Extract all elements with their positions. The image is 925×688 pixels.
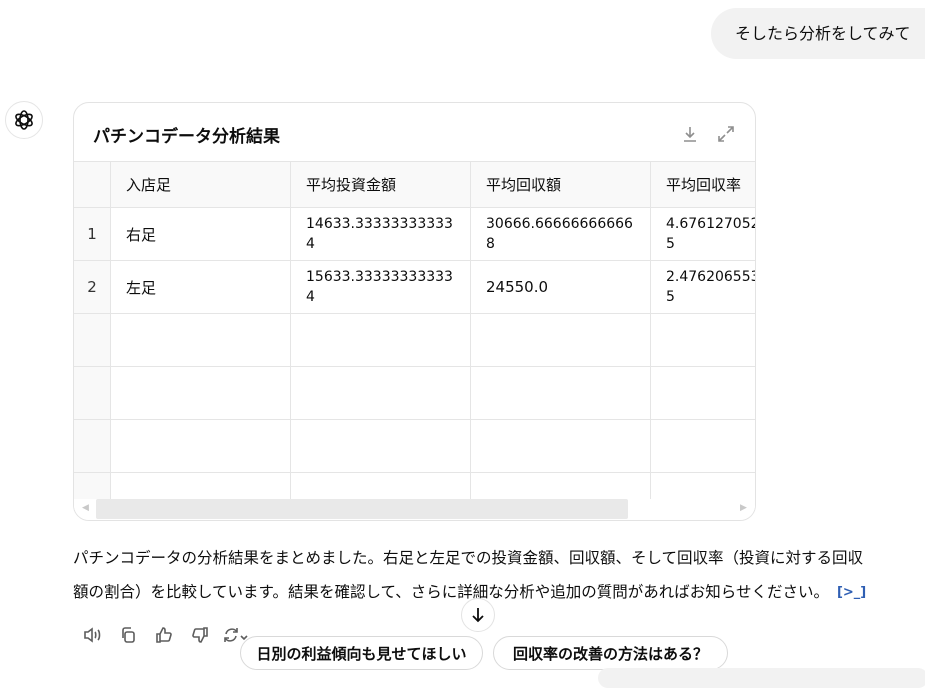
- cell-text: 4.6761270525: [666, 216, 756, 252]
- speaker-icon: [84, 627, 101, 643]
- table-cell[interactable]: 15633.333333333334: [290, 261, 470, 313]
- scrollbar-thumb[interactable]: [96, 499, 628, 519]
- good-response-button[interactable]: [146, 624, 182, 646]
- read-aloud-button[interactable]: [74, 624, 110, 646]
- download-button[interactable]: [678, 122, 702, 146]
- scroll-right-icon[interactable]: ▶: [740, 503, 747, 513]
- copy-button[interactable]: [110, 624, 146, 646]
- table-cell[interactable]: 右足: [110, 208, 290, 260]
- column-header[interactable]: 平均回収率: [650, 162, 755, 207]
- thumbs-down-icon: [192, 627, 208, 643]
- scroll-left-icon[interactable]: ◀: [82, 503, 89, 513]
- user-message: そしたら分析をしてみて: [711, 8, 925, 59]
- empty-row: [74, 419, 755, 472]
- table-cell[interactable]: 2.4762065535: [650, 261, 756, 313]
- table-row[interactable]: 1 右足 14633.333333333334 30666.6666666666…: [74, 207, 756, 260]
- table-cell: [470, 367, 650, 419]
- view-code-icon[interactable]: [>_]: [837, 576, 866, 610]
- row-index: [74, 314, 110, 366]
- expand-icon: [718, 126, 734, 142]
- table-cell: [470, 473, 650, 499]
- table-cell: [470, 314, 650, 366]
- table-row[interactable]: 2 左足 15633.333333333334 24550.0 2.476206…: [74, 260, 756, 313]
- table-header-row: 入店足 平均投資金額 平均回収額 平均回収率: [74, 161, 755, 207]
- response-text: 額の割合）を比較しています。結果を確認して、さらに詳細な分析や追加の質問があれば…: [73, 583, 829, 601]
- table-cell: [110, 314, 290, 366]
- table-cell[interactable]: 4.6761270525: [650, 208, 756, 260]
- empty-row: [74, 472, 755, 499]
- table-title: パチンコデータ分析結果: [93, 127, 280, 147]
- table-cell: [650, 473, 755, 499]
- table-cell: [650, 367, 755, 419]
- cell-text: 2.4762065535: [666, 269, 756, 305]
- response-line: パチンコデータの分析結果をまとめました。右足と左足での投資金額、回収額、そして回…: [73, 549, 864, 567]
- table-cell: [110, 473, 290, 499]
- table-cell: [290, 420, 470, 472]
- table-cell: [650, 420, 755, 472]
- cell-text: 15633.333333333334: [306, 269, 453, 305]
- cell-text: 30666.666666666668: [486, 216, 633, 252]
- row-index: [74, 367, 110, 419]
- table-cell: [650, 314, 755, 366]
- row-index: 1: [74, 208, 110, 260]
- empty-row: [74, 366, 755, 419]
- column-header[interactable]: 平均回収額: [470, 162, 650, 207]
- empty-row: [74, 313, 755, 366]
- assistant-response: パチンコデータの分析結果をまとめました。右足と左足での投資金額、回収額、そして回…: [73, 541, 925, 610]
- row-index: [74, 473, 110, 499]
- index-header: [74, 162, 110, 207]
- chatgpt-logo-icon: [15, 110, 33, 130]
- analysis-table-card: パチンコデータ分析結果 入店足 平均投資金額 平均回収額 平均回収率 1 右足 …: [73, 102, 756, 521]
- response-line: 額の割合）を比較しています。結果を確認して、さらに詳細な分析や追加の質問があれば…: [73, 575, 925, 610]
- copy-icon: [122, 627, 135, 643]
- arrow-down-icon: [472, 608, 484, 623]
- table-cell: [290, 314, 470, 366]
- thumbs-up-icon: [156, 627, 172, 643]
- table-cell[interactable]: 30666.666666666668: [470, 208, 650, 260]
- table-cell[interactable]: 左足: [110, 261, 290, 313]
- table-cell[interactable]: 24550.0: [470, 261, 650, 313]
- cell-text: 14633.333333333334: [306, 216, 453, 252]
- data-table[interactable]: 入店足 平均投資金額 平均回収額 平均回収率 1 右足 14633.333333…: [74, 161, 756, 499]
- next-message-bubble: [598, 668, 925, 688]
- table-cell: [290, 367, 470, 419]
- row-index: [74, 420, 110, 472]
- message-actions: [74, 624, 254, 646]
- download-icon: [684, 127, 696, 142]
- bad-response-button[interactable]: [182, 624, 218, 646]
- table-cell: [110, 367, 290, 419]
- row-index: 2: [74, 261, 110, 313]
- scroll-to-bottom-button[interactable]: [461, 598, 495, 632]
- table-cell: [290, 473, 470, 499]
- suggestion-chip[interactable]: 回収率の改善の方法はある？: [493, 636, 728, 670]
- table-cell: [110, 420, 290, 472]
- column-header[interactable]: 平均投資金額: [290, 162, 470, 207]
- assistant-avatar: [5, 101, 43, 139]
- column-header[interactable]: 入店足: [110, 162, 290, 207]
- horizontal-scrollbar[interactable]: ◀ ▶: [74, 499, 755, 520]
- table-cell[interactable]: 14633.333333333334: [290, 208, 470, 260]
- expand-button[interactable]: [714, 122, 738, 146]
- suggestion-chip[interactable]: 日別の利益傾向も見せてほしい: [240, 636, 483, 670]
- table-cell: [470, 420, 650, 472]
